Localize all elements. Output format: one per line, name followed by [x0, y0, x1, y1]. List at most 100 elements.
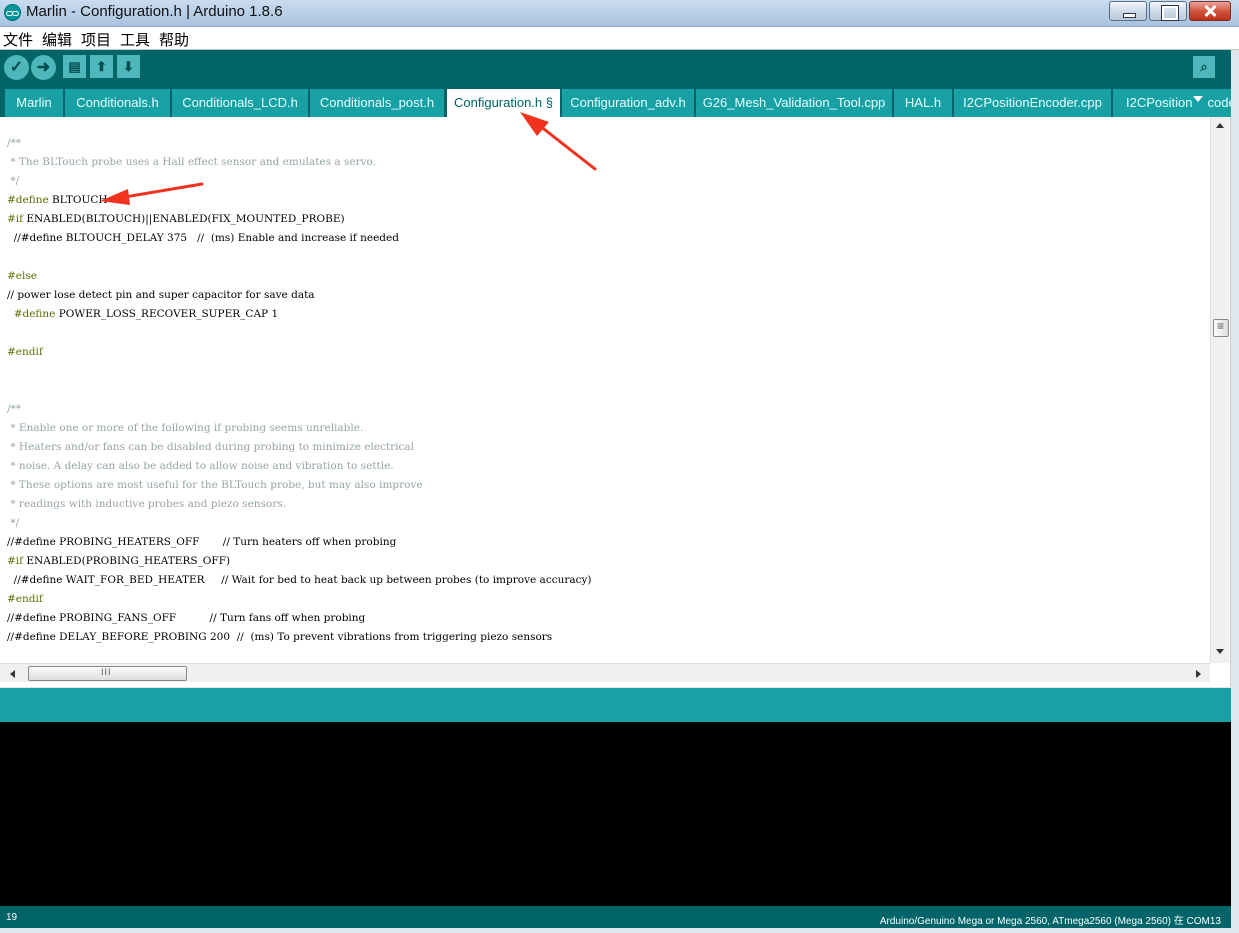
code-line[interactable]: #if ENABLED(PROBING_HEATERS_OFF) [7, 555, 230, 567]
new-file-icon[interactable]: ▤ [63, 55, 86, 78]
code-token: /** [7, 403, 22, 415]
scroll-up-arrow-icon[interactable] [1216, 123, 1224, 128]
code-line[interactable]: #endif [7, 593, 43, 605]
scroll-right-arrow-icon[interactable] [1196, 670, 1201, 678]
arrow-right-icon[interactable]: ➜ [31, 55, 56, 80]
tab-overflow-label: code [1207, 95, 1231, 110]
code-token: /** [7, 137, 22, 149]
code-token: //#define DELAY_BEFORE_PROBING 200 // (m… [7, 631, 553, 643]
code-token: * noise. A delay can also be added to al… [7, 460, 394, 472]
vertical-scroll-thumb[interactable] [1213, 319, 1229, 337]
minimize-button[interactable] [1109, 1, 1147, 21]
code-token: * readings with inductive probes and pie… [7, 498, 287, 510]
code-line[interactable]: #define POWER_LOSS_RECOVER_SUPER_CAP 1 [7, 308, 278, 320]
menu-sketch[interactable]: 项目 [81, 29, 111, 50]
code-token: ENABLED(BLTOUCH)||ENABLED(FIX_MOUNTED_PR… [23, 213, 345, 225]
code-token: //#define PROBING_HEATERS_OFF // Turn he… [7, 536, 397, 548]
board-info: Arduino/Genuino Mega or Mega 2560, ATmeg… [879, 916, 1221, 927]
menu-bar: 文件 编辑 项目 工具 帮助 [0, 27, 1239, 50]
title-bar: Marlin - Configuration.h | Arduino 1.8.6 [0, 0, 1239, 27]
tab-conditionals-post[interactable]: Conditionals_post.h [310, 89, 444, 117]
code-line[interactable]: * noise. A delay can also be added to al… [7, 460, 394, 472]
code-line[interactable]: * The BLTouch probe uses a Hall effect s… [7, 156, 376, 168]
tab-hal[interactable]: HAL.h [894, 89, 952, 117]
menu-help[interactable]: 帮助 [159, 29, 189, 50]
code-area[interactable]: /** * The BLTouch probe uses a Hall effe… [0, 117, 1210, 663]
window-title: Marlin - Configuration.h | Arduino 1.8.6 [26, 3, 283, 20]
code-token: #endif [7, 346, 43, 358]
code-token: //#define BLTOUCH_DELAY 375 // (ms) Enab… [7, 232, 399, 244]
code-line[interactable]: * readings with inductive probes and pie… [7, 498, 286, 510]
code-line[interactable]: // power lose detect pin and super capac… [7, 289, 315, 301]
code-token: * The BLTouch probe uses a Hall effect s… [7, 156, 376, 168]
code-line[interactable]: //#define PROBING_FANS_OFF // Turn fans … [7, 612, 365, 624]
code-line[interactable]: * These options are most useful for the … [7, 479, 423, 491]
code-token: * These options are most useful for the … [7, 479, 423, 491]
code-token: #endif [7, 593, 43, 605]
toolbar: ✓ ➜ ▤ ⬆ ⬇ ⌕ [0, 50, 1231, 86]
download-arrow-icon[interactable]: ⬇ [117, 55, 140, 78]
message-area [0, 688, 1231, 722]
tab-i2c-encoder[interactable]: I2CPositionEncoder.cpp [954, 89, 1111, 117]
horizontal-scroll-thumb[interactable] [28, 666, 187, 681]
code-token: * Enable one or more of the following if… [7, 422, 364, 434]
code-token: //#define WAIT_FOR_BED_HEATER // Wait fo… [7, 574, 592, 586]
horizontal-scrollbar[interactable] [0, 663, 1210, 682]
code-line[interactable]: * Enable one or more of the following if… [7, 422, 363, 434]
menu-tools[interactable]: 工具 [120, 29, 150, 50]
vertical-scrollbar[interactable] [1210, 117, 1229, 663]
window-frame-edge [1231, 50, 1239, 933]
code-editor[interactable]: /** * The BLTouch probe uses a Hall effe… [0, 117, 1231, 687]
tab-menu-arrow-icon[interactable] [1193, 96, 1203, 102]
tab-configuration[interactable]: Configuration.h § [447, 89, 560, 117]
code-token: #if [7, 213, 24, 225]
code-line[interactable]: #endif [7, 346, 43, 358]
tab-conditionals-lcd[interactable]: Conditionals_LCD.h [172, 89, 308, 117]
code-token: #else [7, 270, 37, 282]
code-line[interactable]: //#define PROBING_HEATERS_OFF // Turn he… [7, 536, 396, 548]
code-line[interactable]: */ [7, 175, 19, 187]
code-line[interactable]: //#define DELAY_BEFORE_PROBING 200 // (m… [7, 631, 552, 643]
tab-marlin[interactable]: Marlin [5, 89, 63, 117]
line-number: 19 [6, 912, 18, 923]
upload-arrow-icon[interactable]: ⬆ [90, 55, 113, 78]
tab-g26-mesh[interactable]: G26_Mesh_Validation_Tool.cpp [696, 89, 892, 117]
code-token: */ [7, 517, 20, 529]
code-line[interactable]: #if ENABLED(BLTOUCH)||ENABLED(FIX_MOUNTE… [7, 213, 345, 225]
tab-conditionals[interactable]: Conditionals.h [65, 89, 170, 117]
code-token: POWER_LOSS_RECOVER_SUPER_CAP 1 [55, 308, 279, 320]
code-token: #if [7, 555, 24, 567]
code-token: * Heaters and/or fans can be disabled du… [7, 441, 415, 453]
status-bar: 19 Arduino/Genuino Mega or Mega 2560, AT… [0, 906, 1231, 928]
code-line[interactable]: #define BLTOUCH [7, 194, 108, 206]
console-output[interactable] [0, 722, 1231, 906]
checkmark-icon[interactable]: ✓ [4, 55, 29, 80]
code-line[interactable]: * Heaters and/or fans can be disabled du… [7, 441, 414, 453]
tab-i2c-position[interactable]: I2CPosition code [1113, 89, 1231, 117]
serial-monitor-icon[interactable]: ⌕ [1193, 56, 1215, 78]
tab-configuration-adv[interactable]: Configuration_adv.h [562, 89, 694, 117]
tab-bar: Marlin Conditionals.h Conditionals_LCD.h… [0, 86, 1231, 117]
code-token: ENABLED(PROBING_HEATERS_OFF) [23, 555, 231, 567]
code-token: #define [7, 194, 49, 206]
code-token: BLTOUCH [48, 194, 108, 206]
code-line[interactable]: #else [7, 270, 37, 282]
code-token: #define [13, 308, 56, 320]
scroll-down-arrow-icon[interactable] [1216, 649, 1224, 654]
arduino-logo-icon [4, 4, 21, 21]
code-token: // power lose detect pin and super capac… [7, 289, 315, 301]
code-line[interactable]: /** [7, 137, 21, 149]
code-token: */ [7, 175, 20, 187]
code-line[interactable]: //#define WAIT_FOR_BED_HEATER // Wait fo… [7, 574, 592, 586]
tab-i2c-position-label: I2CPosition [1126, 95, 1193, 110]
code-line[interactable]: */ [7, 517, 19, 529]
code-token: //#define PROBING_FANS_OFF // Turn fans … [7, 612, 366, 624]
code-line[interactable]: //#define BLTOUCH_DELAY 375 // (ms) Enab… [7, 232, 399, 244]
maximize-button[interactable] [1149, 1, 1187, 21]
menu-edit[interactable]: 编辑 [42, 29, 72, 50]
close-button[interactable] [1189, 1, 1231, 21]
scroll-left-arrow-icon[interactable] [10, 670, 15, 678]
menu-file[interactable]: 文件 [3, 29, 33, 50]
code-line[interactable]: /** [7, 403, 21, 415]
